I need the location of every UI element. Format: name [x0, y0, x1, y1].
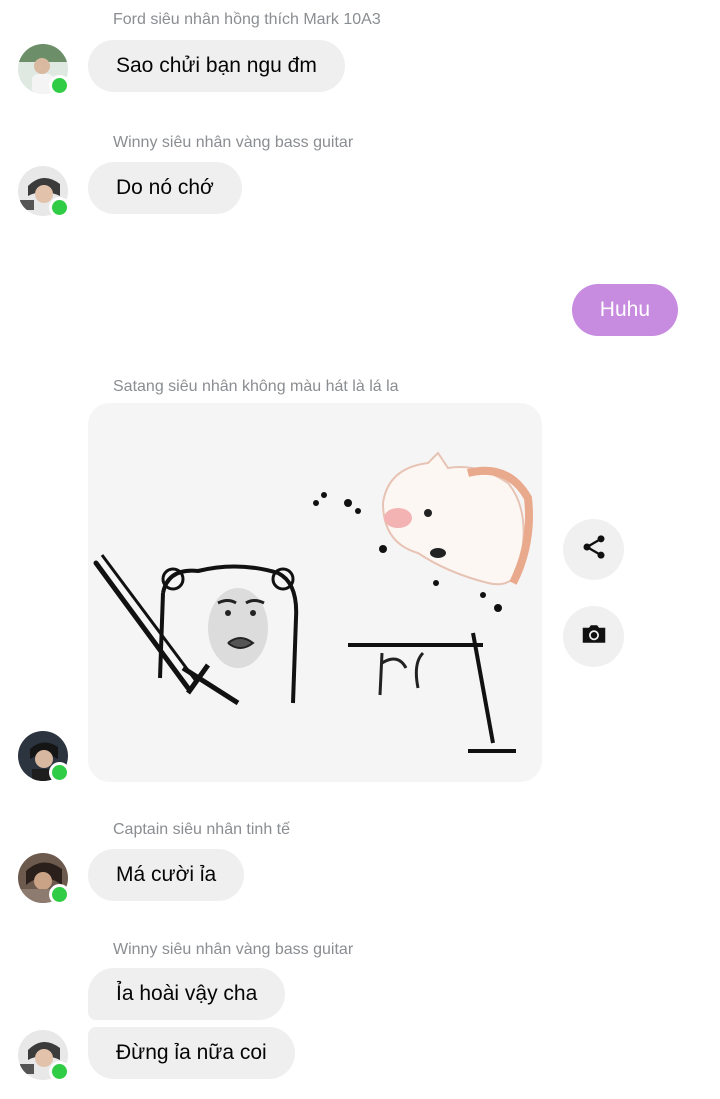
share-button[interactable] [563, 519, 624, 580]
sender-name: Winny siêu nhân vàng bass guitar [113, 134, 354, 151]
camera-icon [579, 619, 609, 654]
online-status-dot [49, 75, 70, 96]
avatar[interactable] [18, 1030, 70, 1082]
camera-button[interactable] [563, 606, 624, 667]
message-bubble[interactable]: Do nó chớ [88, 162, 242, 214]
message-bubble[interactable]: Ỉa hoài vậy cha [88, 968, 286, 1020]
message-bubble[interactable]: Má cười ỉa [88, 849, 245, 901]
sender-name: Captain siêu nhân tinh tế [113, 821, 291, 838]
message-bubble[interactable]: Đừng ỉa nữa coi [88, 1027, 295, 1079]
message-bubble[interactable]: Sao chửi bạn ngu đm [88, 40, 345, 92]
avatar[interactable] [18, 731, 70, 783]
avatar[interactable] [18, 853, 70, 905]
avatar[interactable] [18, 44, 70, 96]
sender-name: Ford siêu nhân hồng thích Mark 10A3 [113, 11, 381, 28]
share-icon [580, 533, 608, 566]
online-status-dot [49, 1061, 70, 1082]
meme-sticker-image[interactable] [88, 403, 542, 782]
online-status-dot [49, 884, 70, 905]
outgoing-message-bubble[interactable]: Huhu [571, 284, 678, 336]
avatar[interactable] [18, 166, 70, 218]
sender-name: Satang siêu nhân không màu hát là lá la [113, 378, 399, 395]
online-status-dot [49, 762, 70, 783]
online-status-dot [49, 197, 70, 218]
sender-name: Winny siêu nhân vàng bass guitar [113, 941, 354, 958]
